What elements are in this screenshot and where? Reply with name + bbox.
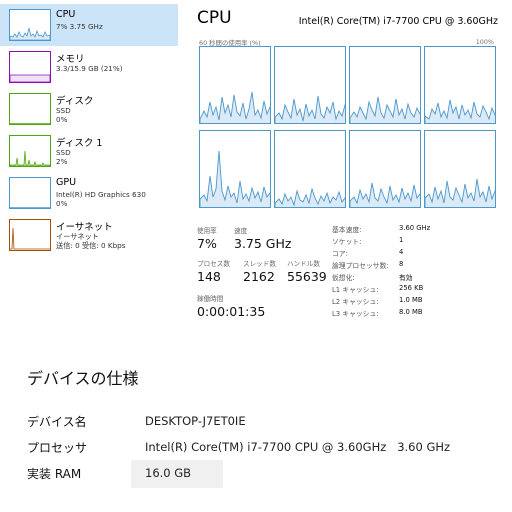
disk-thumbnail-graph [9,93,51,125]
sidebar-item-detail: 3.3/15.9 GB (21%) [56,64,123,73]
spec-value-base-speed: 3.60 GHz [399,224,431,232]
installed-ram-label: 実装 RAM [27,467,82,481]
speed-value: 3.75 GHz [234,236,292,251]
sidebar-item-ethernet[interactable]: イーサネット イーサネット 送信: 0 受信: 0 Kbps [0,214,178,256]
sidebar-item-usage: 0% [56,199,68,208]
memory-thumbnail-graph [9,51,51,83]
sidebar-item-label: メモリ [56,54,85,65]
sidebar-item-label: GPU [56,177,77,188]
sidebar-item-gpu[interactable]: GPU Intel(R) HD Graphics 630 0% [0,172,178,214]
page-title: CPU [197,8,232,28]
spec-label-sockets: ソケット: [332,238,362,246]
threads-label: スレッド数 [243,260,276,268]
sidebar-item-detail: SSD [56,106,71,115]
threads-value: 2162 [243,269,275,284]
spec-label-cores: コア: [332,250,348,258]
performance-sidebar: CPU 7% 3.75 GHz メモリ 3.3/15.9 GB (21%) ディ… [0,0,178,262]
sidebar-item-label: イーサネット [56,222,113,233]
device-name-label: デバイス名 [27,415,87,429]
usage-label: 使用率 [197,227,217,235]
sidebar-item-disk-1[interactable]: ディスク 1 SSD 2% [0,130,178,172]
spec-value-l2-cache: 1.0 MB [399,296,423,304]
handles-value: 55639 [287,269,327,284]
core-graph-2 [349,46,421,124]
spec-value-cores: 4 [399,248,404,256]
spec-value-virtualization: 有効 [399,274,413,282]
sidebar-item-usage: 0% [56,115,68,124]
processes-label: プロセス数 [197,260,230,268]
cpu-thumbnail-graph [9,9,51,41]
sidebar-item-memory[interactable]: メモリ 3.3/15.9 GB (21%) [0,46,178,88]
spec-value-l1-cache: 256 KB [399,284,424,292]
core-graph-1 [274,46,346,124]
spec-value-l3-cache: 8.0 MB [399,308,423,316]
speed-label: 速度 [234,227,248,235]
core-graph-7 [424,130,496,208]
device-spec-heading: デバイスの仕様 [27,369,139,388]
installed-ram-value[interactable]: 16.0 GB [145,466,191,480]
device-spec-section: デバイスの仕様 デバイス名 DESKTOP-J7ET0IE プロセッサ Inte… [0,345,512,512]
sidebar-item-detail: SSD [56,148,71,157]
device-name-value[interactable]: DESKTOP-J7ET0IE [145,414,246,428]
sidebar-item-disk-0[interactable]: ディスク SSD 0% [0,88,178,130]
core-graph-0 [199,46,271,124]
spec-label-l2-cache: L2 キャッシュ: [332,298,379,306]
cpu-model-name: Intel(R) Core(TM) i7-7700 CPU @ 3.60GHz [298,16,498,27]
spec-value-sockets: 1 [399,236,404,244]
spec-value-logical-processors: 8 [399,260,404,268]
ethernet-thumbnail-graph [9,219,51,251]
sidebar-item-label: ディスク 1 [56,138,103,149]
gpu-thumbnail-graph [9,177,51,209]
core-graph-5 [274,130,346,208]
sidebar-item-detail: Intel(R) HD Graphics 630 [56,190,146,199]
graph-max-label: 100% [475,38,494,46]
processes-value: 148 [197,269,221,284]
sidebar-item-label: ディスク [56,96,94,107]
uptime-label: 稼働時間 [197,295,224,303]
disk-thumbnail-graph [9,135,51,167]
sidebar-item-cpu[interactable]: CPU 7% 3.75 GHz [0,4,178,46]
sidebar-item-detail: 7% 3.75 GHz [56,22,103,31]
handles-label: ハンドル数 [287,260,320,268]
spec-label-base-speed: 基本速度: [332,226,362,234]
spec-label-l1-cache: L1 キャッシュ: [332,286,379,294]
sidebar-item-usage: 送信: 0 受信: 0 Kbps [56,241,126,250]
cpu-detail-pane: CPU Intel(R) Core(TM) i7-7700 CPU @ 3.60… [180,0,512,330]
spec-label-logical-processors: 論理プロセッサ数: [332,262,389,270]
sidebar-item-label: CPU [56,9,76,20]
uptime-value: 0:00:01:35 [197,304,266,319]
spec-label-virtualization: 仮想化: [332,274,355,282]
core-graph-4 [199,130,271,208]
spec-label-l3-cache: L3 キャッシュ: [332,310,379,318]
core-graph-3 [424,46,496,124]
processor-value[interactable]: Intel(R) Core(TM) i7-7700 CPU @ 3.60GHz … [145,440,450,454]
logical-processor-graphs [199,46,496,208]
processor-label: プロセッサ [27,441,88,455]
usage-value: 7% [197,236,217,251]
sidebar-item-usage: 2% [56,157,68,166]
core-graph-6 [349,130,421,208]
